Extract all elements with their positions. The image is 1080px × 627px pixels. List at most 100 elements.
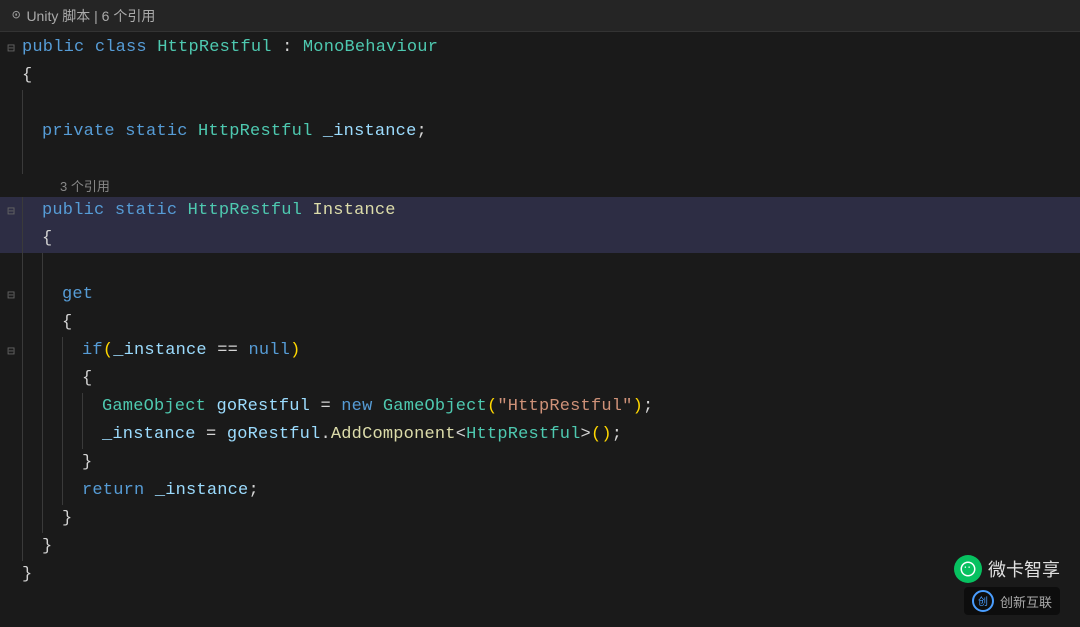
token-cn: HttpRestful [466,425,580,444]
fold-gutter[interactable] [0,477,22,505]
indent-spacer [63,337,82,365]
token-white: == [207,341,249,360]
token-white: { [62,313,72,332]
content-area: } [22,449,1080,477]
indent-spacer [23,281,42,309]
token-white: . [320,425,330,444]
content-area: } [22,561,1080,589]
line-text [42,146,1080,174]
header-label: Unity 脚本 | 6 个引用 [26,6,155,26]
indent-spacer [43,281,62,309]
token-str: "HttpRestful" [497,397,632,416]
token-white: { [22,66,32,85]
token-prop: Instance [312,201,395,220]
content-area: if(_instance == null) [22,337,1080,365]
token-fn: AddComponent [331,425,456,444]
code-line: ⊟ get [0,281,1080,309]
token-kw: private [42,122,115,141]
line-text: private static HttpRestful _instance; [42,118,1080,146]
line-text: get [62,281,1080,309]
fold-gutter[interactable]: ⊟ [0,34,22,62]
token-white: { [82,369,92,388]
indent-spacer [23,365,42,393]
code-line: ⊟ public static HttpRestful Instance [0,197,1080,225]
watermark-bottom: 创 创新互联 [964,587,1060,615]
token-cn: HttpRestful [157,38,271,57]
unity-icon: ⊙ [12,7,20,24]
line-text: } [82,449,1080,477]
line-text: public static HttpRestful Instance [42,197,1080,225]
line-text: } [62,505,1080,533]
indent-spacer [83,421,102,449]
fold-gutter[interactable] [0,505,22,533]
token-kw: if [82,341,103,360]
fold-gutter[interactable] [0,253,22,281]
fold-gutter[interactable] [0,146,22,174]
fold-gutter[interactable] [0,118,22,146]
content-area: private static HttpRestful _instance; [22,118,1080,146]
indent-spacer [63,393,82,421]
token-paren: () [591,425,612,444]
token-white: = [310,397,341,416]
fold-gutter[interactable] [0,365,22,393]
line-text: GameObject goRestful = new GameObject("H… [102,393,1080,421]
token-white: ; [248,481,258,500]
code-line: GameObject goRestful = new GameObject("H… [0,393,1080,421]
code-line: } [0,561,1080,589]
token-white: ; [612,425,622,444]
token-paren: ( [103,341,113,360]
code-line [0,253,1080,281]
token-white [373,397,383,416]
fold-gutter[interactable] [0,90,22,118]
indent-spacer [43,365,62,393]
fold-gutter[interactable] [0,449,22,477]
token-cn: HttpRestful [188,201,302,220]
line-text [42,90,1080,118]
token-paren: ) [290,341,300,360]
indent-spacer [23,533,42,561]
code-line: ⊟public class HttpRestful : MonoBehaviou… [0,34,1080,62]
content-area: _instance = goRestful.AddComponent<HttpR… [22,421,1080,449]
code-line [0,146,1080,174]
indent-spacer [23,421,42,449]
fold-gutter[interactable] [0,561,22,589]
fold-gutter[interactable] [0,309,22,337]
token-var: _instance [155,481,249,500]
token-white: ; [417,122,427,141]
code-line: { [0,365,1080,393]
indent-spacer [63,477,82,505]
indent-spacer [63,449,82,477]
fold-gutter[interactable]: ⊟ [0,337,22,365]
indent-spacer [43,253,62,281]
indent-spacer [23,477,42,505]
token-white [147,38,157,57]
token-paren: ( [487,397,497,416]
fold-gutter[interactable] [0,393,22,421]
token-white [188,122,198,141]
indent-spacer [43,393,62,421]
fold-gutter[interactable] [0,62,22,90]
line-text: if(_instance == null) [82,337,1080,365]
fold-gutter[interactable] [0,533,22,561]
token-white [177,201,187,220]
fold-gutter[interactable] [0,225,22,253]
token-nl: null [248,341,290,360]
token-var: _instance [102,425,196,444]
code-container: ⊙ Unity 脚本 | 6 个引用 ⊟public class HttpRes… [0,0,1080,627]
indent-spacer [23,225,42,253]
fold-gutter[interactable]: ⊟ [0,197,22,225]
token-white [144,481,154,500]
token-paren: ) [633,397,643,416]
token-cn: GameObject [383,397,487,416]
watermark: 微卡智享 创 创新互联 [954,555,1060,615]
indent-spacer [23,505,42,533]
token-kw: class [95,38,147,57]
content-area: return _instance; [22,477,1080,505]
token-white: } [42,537,52,556]
content-area: } [22,533,1080,561]
fold-gutter[interactable] [0,421,22,449]
token-cn: MonoBehaviour [303,38,438,57]
fold-gutter[interactable]: ⊟ [0,281,22,309]
code-line: _instance = goRestful.AddComponent<HttpR… [0,421,1080,449]
indent-spacer [43,337,62,365]
